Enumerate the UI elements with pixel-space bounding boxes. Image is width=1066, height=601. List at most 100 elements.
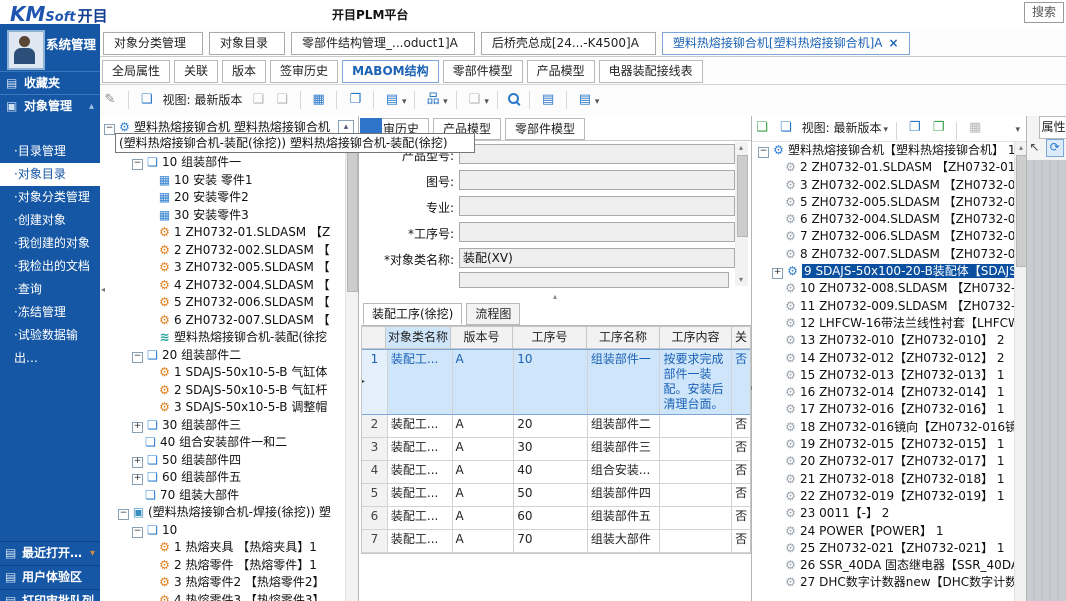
operation-name-cell[interactable]: 组装部件四 <box>588 484 661 506</box>
column-header[interactable]: 工序内容 <box>660 327 732 348</box>
form-field-input[interactable] <box>459 144 735 164</box>
expander-icon[interactable] <box>772 490 781 499</box>
operation-number-cell[interactable]: 60 <box>514 507 588 529</box>
chevron-down-icon[interactable]: ▾ <box>443 97 448 107</box>
expander-icon[interactable] <box>146 174 155 183</box>
document-tab[interactable]: 塑料热熔接铆合机[塑料热熔接铆合机]A× <box>662 32 910 55</box>
tree-node[interactable]: 4 ZH0732-004.SLDASM 【 <box>100 277 358 295</box>
view-mode-label[interactable]: 视图: 最新版本 <box>802 116 882 140</box>
expander-icon[interactable] <box>132 474 143 485</box>
expander-icon[interactable] <box>772 559 781 568</box>
expander-icon[interactable] <box>146 296 155 305</box>
scroll-down-icon[interactable]: ▾ <box>735 274 747 286</box>
object-class-cell[interactable]: 装配工... <box>388 530 453 552</box>
version-cell[interactable]: A <box>453 438 515 460</box>
key-operation-cell[interactable]: 否 <box>732 530 750 552</box>
view-tab[interactable]: 签审历史 <box>270 60 338 83</box>
tree-node[interactable]: 14 ZH0732-012【ZH0732-012】 2 <box>754 350 1014 367</box>
sidebar-menu-item[interactable]: ·冻结管理 <box>0 301 100 324</box>
scrollbar-thumb[interactable] <box>347 140 358 292</box>
database-edit-icon[interactable]: ▤ <box>575 85 595 115</box>
refresh-icon[interactable]: ⟳ <box>1046 139 1064 157</box>
key-operation-cell[interactable]: 否 <box>732 415 750 437</box>
tree-node[interactable]: (塑料热熔接铆合机-焊接(徐挖)) 塑 <box>100 504 358 522</box>
search-document-icon[interactable] <box>506 91 522 107</box>
expander-icon[interactable] <box>772 421 781 430</box>
sidebar-menu-item[interactable]: ·查询 <box>0 278 100 301</box>
view-tab[interactable]: MABOM结构 <box>342 60 439 83</box>
expander-icon[interactable] <box>772 317 781 326</box>
object-class-cell[interactable]: 装配工... <box>388 415 453 437</box>
tree-node[interactable]: 10 ZH0732-008.SLDASM 【ZH0732-008.SLD <box>754 280 1014 297</box>
tree-node[interactable]: 塑料热熔接铆合机【塑料热熔接铆合机】 1 <box>754 142 1014 159</box>
expander-icon[interactable] <box>146 279 155 288</box>
sidebar-menu-item[interactable]: ·试验数据输出… <box>0 324 100 347</box>
expander-icon[interactable] <box>772 386 781 395</box>
expander-icon[interactable] <box>118 509 129 520</box>
table-row[interactable]: 7 装配工... A 70 组装大部件 否 <box>362 530 750 553</box>
collapse-arrow-icon[interactable]: ▴ <box>89 95 94 118</box>
expander-icon[interactable] <box>772 438 781 447</box>
expander-icon[interactable] <box>772 213 781 222</box>
view-document-icon[interactable]: ❏ <box>776 116 796 140</box>
form-field-input[interactable]: 装配(XV) <box>459 248 735 268</box>
scroll-up-icon[interactable]: ▴ <box>1015 142 1027 154</box>
tree-node[interactable]: 22 ZH0732-019【ZH0732-019】 1 <box>754 488 1014 505</box>
form-scrollbar[interactable]: ▴ ▾ <box>735 142 748 286</box>
tree-node[interactable]: 3 热熔零件2 【热熔零件2】 <box>100 574 358 592</box>
scroll-up-icon[interactable]: ▴ <box>735 142 747 154</box>
document-tab[interactable]: 对象分类管理 <box>103 32 203 55</box>
tree-node[interactable]: 12 LHFCW-16带法兰线性衬套【LHFCW-16带 <box>754 315 1014 332</box>
expander-icon[interactable] <box>146 209 155 218</box>
process-tab[interactable]: 装配工序(徐挖) <box>363 303 462 325</box>
chevron-down-icon[interactable]: ▾ <box>90 542 95 565</box>
expander-icon[interactable] <box>146 594 155 601</box>
sidebar-item-favorites[interactable]: ▤收藏夹 <box>0 71 100 95</box>
tree-node[interactable]: 50 组装部件四 <box>100 452 358 470</box>
version-cell[interactable]: A <box>453 415 515 437</box>
form-field-input[interactable] <box>459 222 735 242</box>
tree-node[interactable]: 25 ZH0732-021【ZH0732-021】 1 <box>754 540 1014 557</box>
expander-icon[interactable] <box>772 403 781 412</box>
tab-properties[interactable]: 属性 <box>1039 116 1066 139</box>
table-row[interactable]: 5 装配工... A 50 组装部件四 否 <box>362 484 750 507</box>
tree-node[interactable]: 2 ZH0732-002.SLDASM 【 <box>100 242 358 260</box>
sidebar-menu-item[interactable]: ·我创建的对象 <box>0 232 100 255</box>
bom-structure-icon[interactable]: 品 <box>423 85 443 115</box>
sidebar-menu-item[interactable]: ·创建对象 <box>0 209 100 232</box>
tree-node[interactable]: 8 ZH0732-007.SLDASM 【ZH0732-007.SLDA <box>754 246 1014 263</box>
database-icon[interactable]: ▤ <box>382 85 402 115</box>
expander-icon[interactable] <box>772 230 781 239</box>
operation-name-cell[interactable]: 组装部件五 <box>588 507 661 529</box>
tree-node[interactable]: 5 ZH0732-005.SLDASM 【ZH0732-005.SLDA <box>754 194 1014 211</box>
sidebar-menu-item[interactable]: ·我检出的文档 <box>0 255 100 278</box>
tree-node[interactable]: 15 ZH0732-013【ZH0732-013】 1 <box>754 367 1014 384</box>
table-row[interactable]: 4 装配工... A 40 组合安装... 否 <box>362 461 750 484</box>
expander-icon[interactable] <box>146 401 155 410</box>
object-class-cell[interactable]: 装配工... <box>388 507 453 529</box>
operation-content-cell[interactable] <box>660 530 732 552</box>
expander-icon[interactable] <box>132 527 143 538</box>
table-row[interactable]: 2 装配工... A 20 组装部件二 否 <box>362 415 750 438</box>
toolbar-overflow-icon[interactable]: ▾ <box>1015 118 1020 142</box>
expander-icon[interactable] <box>772 282 781 291</box>
view-tab[interactable]: 全局属性 <box>102 60 170 83</box>
expander-icon[interactable] <box>772 268 783 279</box>
expander-icon[interactable] <box>146 576 155 585</box>
view-tab[interactable]: 版本 <box>222 60 266 83</box>
sidebar-menu-item[interactable]: ·对象分类管理 <box>0 186 100 209</box>
chevron-down-icon[interactable]: ▾ <box>884 125 889 135</box>
sidebar-menu-item[interactable]: ·对象目录 <box>0 163 100 186</box>
tree-node[interactable]: 3 ZH0732-005.SLDASM 【 <box>100 259 358 277</box>
tree-node[interactable]: 7 ZH0732-006.SLDASM 【ZH0732-006.SLDA <box>754 228 1014 245</box>
sidebar-menu-item[interactable]: ·目录管理 <box>0 140 100 163</box>
expander-icon[interactable] <box>146 314 155 323</box>
tree-node[interactable]: 18 ZH0732-016镜向【ZH0732-016镜向】 1 <box>754 419 1014 436</box>
cursor-select-icon[interactable]: ↖ <box>1027 140 1042 154</box>
document-tab[interactable]: 对象目录 <box>209 32 285 55</box>
close-icon[interactable]: × <box>888 36 898 50</box>
tree-node[interactable]: 2 ZH0732-01.SLDASM 【ZH0732-01.SLDASM <box>754 159 1014 176</box>
table-row[interactable]: 6 装配工... A 60 组装部件五 否 <box>362 507 750 530</box>
object-class-cell[interactable]: 装配工... <box>388 438 453 460</box>
tree-node[interactable]: 5 ZH0732-006.SLDASM 【 <box>100 294 358 312</box>
